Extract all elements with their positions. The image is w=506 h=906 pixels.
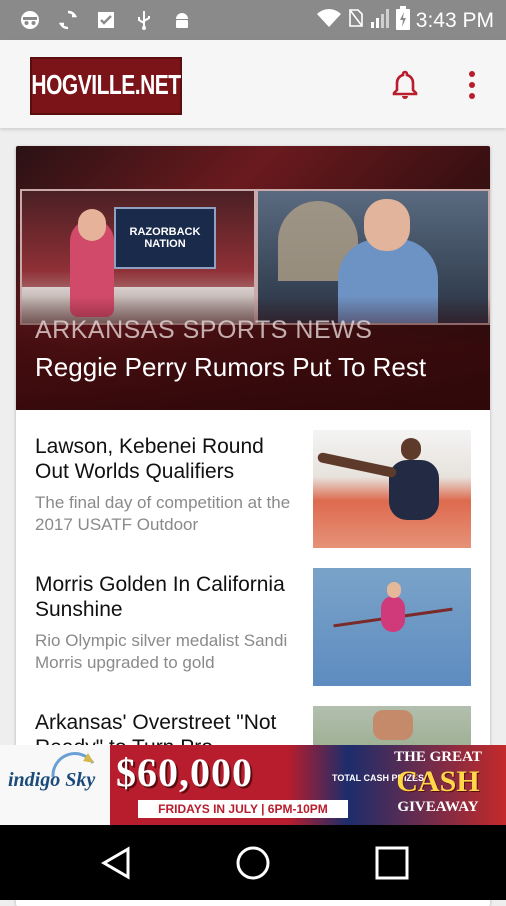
status-notification-icons [18,8,194,32]
article-title[interactable]: Morris Golden In California Sunshine [35,572,297,622]
ad-brand-panel: indigo Sky [0,745,110,825]
athlete-head [373,710,413,740]
logo-text: HOGVILLE.NET [31,70,181,101]
hero-title[interactable]: Reggie Perry Rumors Put To Rest [35,352,426,383]
athlete-head [387,582,401,598]
status-time: 3:43 PM [415,8,494,32]
battery-charging-icon [395,6,410,35]
list-item[interactable]: Morris Golden In California Sunshine Rio… [16,548,490,686]
sync-icon [56,8,80,32]
ad-amount: $60,000 [116,750,253,795]
article-thumbnail[interactable] [313,568,471,686]
recents-icon[interactable] [372,843,412,883]
hero-kicker: ARKANSAS SPORTS NEWS [35,316,373,344]
usb-icon [132,8,156,32]
wifi-icon [316,7,342,34]
more-vert-icon[interactable] [462,68,482,102]
navigation-bar [0,825,506,900]
ad-banner[interactable]: indigo Sky $60,000 TOTAL CASH PRIZES FRI… [0,745,506,825]
signal-icon [370,7,390,34]
ad-cash: CASH [396,765,480,798]
status-system-icons: 3:43 PM [316,6,494,35]
ad-brand: indigo Sky [8,769,96,791]
site-logo[interactable]: HOGVILLE.NET [30,57,182,115]
android-icon [170,8,194,32]
article-title[interactable]: Lawson, Kebenei Round Out Worlds Qualifi… [35,434,297,484]
guest-head [364,199,410,251]
article-excerpt: The final day of competition at the 2017… [35,493,291,534]
download-done-icon [94,8,118,32]
article-thumbnail[interactable] [313,430,471,548]
ad-schedule: FRIDAYS IN JULY | 6PM-10PM [138,800,348,818]
anchor-head [78,209,106,241]
razorback-nation-logo: RAZORBACK NATION [114,207,216,269]
bell-icon[interactable] [391,70,419,100]
athlete-arm [316,451,398,479]
article-excerpt: Rio Olympic silver medalist Sandi Morris… [35,631,288,672]
no-sim-icon [348,8,364,33]
app-bar: HOGVILLE.NET [0,40,506,128]
athlete-body [389,460,439,520]
hero-story[interactable]: RAZORBACK NATION ARKANSAS SPORTS NEWS Re… [16,146,490,410]
athlete-head [401,438,421,460]
back-icon[interactable] [96,843,136,883]
list-item[interactable]: Lawson, Kebenei Round Out Worlds Qualifi… [16,410,490,548]
athlete-body [381,596,405,632]
status-bar: 3:43 PM [0,0,506,40]
ad-giveaway: GIVEAWAY [397,799,479,815]
ad-promo: $60,000 TOTAL CASH PRIZES FRIDAYS IN JUL… [110,745,506,825]
incognito-icon [18,8,42,32]
home-icon[interactable] [233,843,273,883]
ad-great: THE GREAT [394,749,482,765]
